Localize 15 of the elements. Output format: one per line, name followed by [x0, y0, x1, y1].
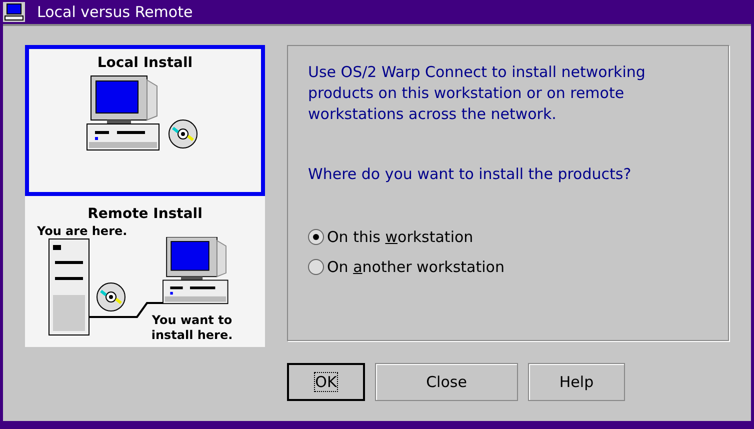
- install-option[interactable]: Remote Install You are here. You want to install here.: [25, 196, 265, 347]
- computer-icon[interactable]: [3, 2, 25, 22]
- dialog-button[interactable]: OK: [287, 363, 365, 401]
- radio-button[interactable]: On another workstation: [308, 256, 708, 278]
- dialog-button[interactable]: Help: [528, 363, 625, 401]
- question-text: Where do you want to install the products?: [308, 164, 632, 185]
- window-title: Local versus Remote: [37, 2, 193, 23]
- option-title: Remote Install: [88, 205, 202, 224]
- caption-text: You are here.: [37, 225, 128, 237]
- caption-text: You want to install here.: [150, 313, 234, 343]
- install-option[interactable]: Local Install: [25, 45, 265, 196]
- description-text: Use OS/2 Warp Connect to install networking products on this workstation or on remote workstations across the network.: [308, 62, 646, 125]
- radio-button[interactable]: On this workstation: [308, 226, 708, 248]
- option-title: Local Install: [97, 54, 193, 73]
- dialog-button[interactable]: Close: [375, 363, 518, 401]
